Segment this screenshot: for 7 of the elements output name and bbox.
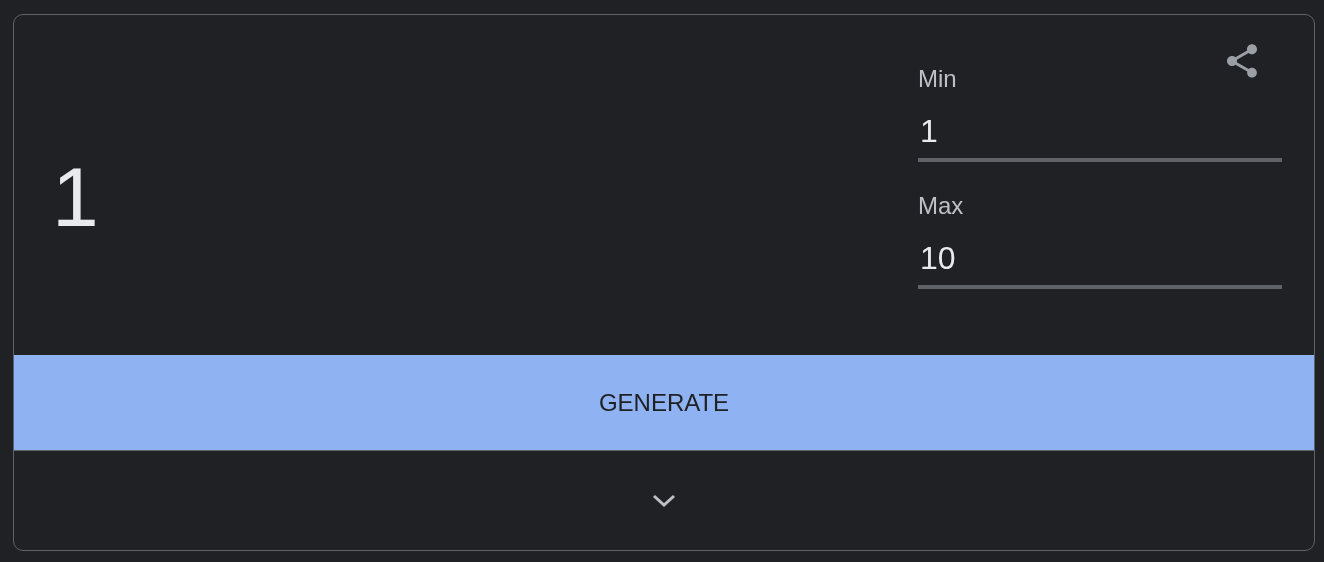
chevron-down-icon[interactable] (651, 492, 677, 509)
generate-button[interactable]: GENERATE (14, 355, 1314, 451)
field-label: Min (918, 65, 957, 93)
input-field[interactable]: 1 (918, 103, 1282, 162)
field-label: Max (918, 192, 964, 220)
input-field[interactable]: 10 (918, 230, 1282, 289)
random-number: 1 (52, 155, 99, 245)
